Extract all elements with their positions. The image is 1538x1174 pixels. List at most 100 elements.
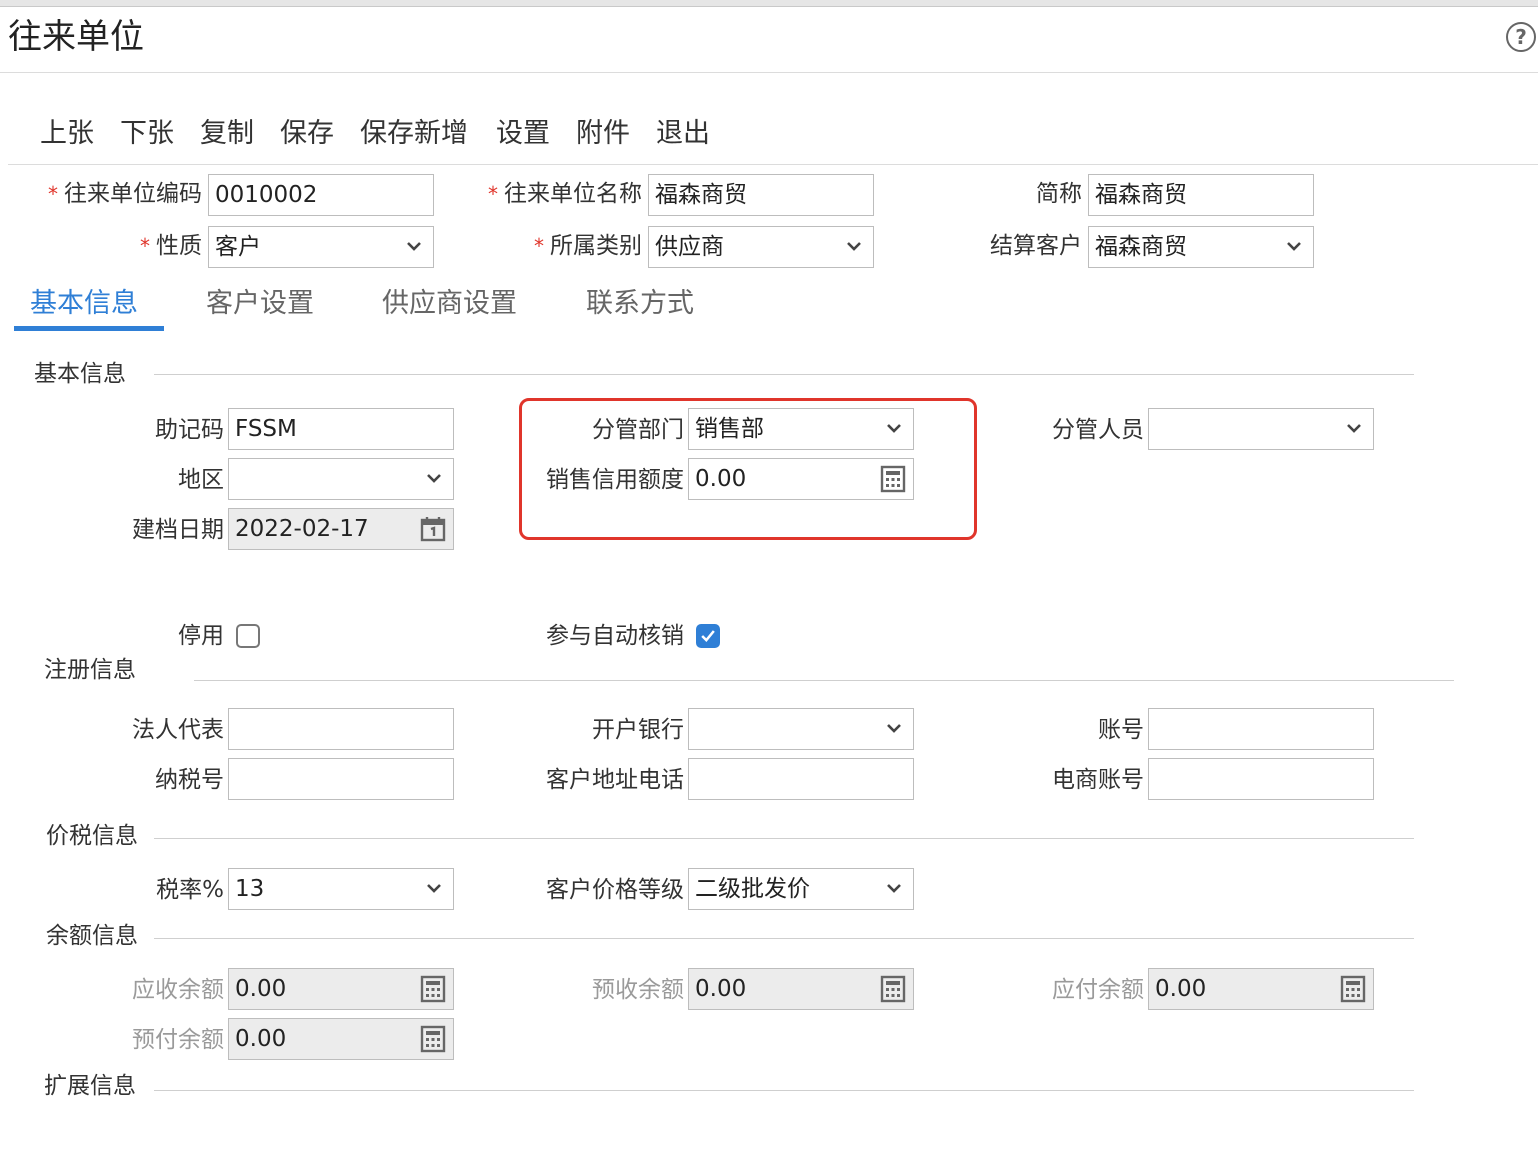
- settle-customer-label: 结算客户: [990, 233, 1082, 259]
- addr-phone-input[interactable]: [688, 758, 914, 800]
- calculator-icon[interactable]: [419, 1025, 447, 1053]
- account-label: 账号: [1098, 717, 1144, 743]
- code-label: * 往来单位编码: [48, 181, 202, 207]
- dept-label: 分管部门: [592, 417, 684, 443]
- credit-limit-input[interactable]: 0.00: [688, 458, 914, 500]
- category-select[interactable]: 供应商: [648, 226, 874, 268]
- prepaid-receipt-value: 0.00: [695, 976, 747, 1002]
- toolbar-settings-button[interactable]: 设置: [496, 114, 550, 154]
- help-question-icon[interactable]: ?: [1506, 22, 1536, 52]
- section-balance-title: 余额信息: [46, 923, 138, 949]
- active-tab-indicator: [14, 326, 164, 331]
- settle-customer-select[interactable]: 福森商贸: [1088, 226, 1314, 268]
- chevron-down-icon: [427, 884, 441, 893]
- section-extension-title: 扩展信息: [44, 1073, 136, 1099]
- staff-select[interactable]: [1148, 408, 1374, 450]
- region-select[interactable]: [228, 458, 454, 500]
- bank-label: 开户银行: [592, 717, 684, 743]
- bank-select[interactable]: [688, 708, 914, 750]
- toolbar-copy-button[interactable]: 复制: [200, 114, 254, 154]
- tab-supplier-settings[interactable]: 供应商设置: [382, 284, 517, 324]
- section-divider: [154, 374, 1414, 375]
- credit-limit-label: 销售信用额度: [546, 467, 684, 493]
- calculator-icon[interactable]: [1339, 975, 1367, 1003]
- mnemonic-label: 助记码: [155, 417, 224, 443]
- short-name-input[interactable]: 福森商贸: [1088, 174, 1314, 216]
- toolbar-next-button[interactable]: 下张: [120, 114, 174, 154]
- calculator-icon[interactable]: [879, 465, 907, 493]
- calendar-icon[interactable]: [419, 515, 447, 543]
- account-input[interactable]: [1148, 708, 1374, 750]
- toolbar-save-button[interactable]: 保存: [280, 114, 334, 154]
- legal-rep-label: 法人代表: [132, 717, 224, 743]
- name-input[interactable]: 福森商贸: [648, 174, 874, 216]
- disabled-checkbox[interactable]: [236, 624, 260, 648]
- prepaid-payment-value: 0.00: [235, 1026, 287, 1052]
- tax-no-input[interactable]: [228, 758, 454, 800]
- receivable-input[interactable]: 0.00: [228, 968, 454, 1010]
- toolbar-save-new-button[interactable]: 保存新增: [360, 114, 468, 154]
- required-mark: *: [140, 234, 150, 258]
- title-divider: [0, 72, 1538, 73]
- payable-label: 应付余额: [1052, 977, 1144, 1003]
- prepaid-receipt-input[interactable]: 0.00: [688, 968, 914, 1010]
- section-divider: [154, 838, 1414, 839]
- chevron-down-icon: [887, 884, 901, 893]
- prepaid-payment-input[interactable]: 0.00: [228, 1018, 454, 1060]
- tab-contact[interactable]: 联系方式: [586, 284, 694, 324]
- payable-value: 0.00: [1155, 976, 1207, 1002]
- code-input[interactable]: 0010002: [208, 174, 434, 216]
- section-basic-info-title: 基本信息: [34, 361, 126, 387]
- required-mark: *: [48, 182, 58, 206]
- chevron-down-icon: [427, 474, 441, 483]
- tax-rate-value: 13: [235, 876, 265, 902]
- tax-rate-label: 税率%: [156, 877, 224, 903]
- section-tax-title: 价税信息: [46, 823, 138, 849]
- calculator-icon[interactable]: [879, 975, 907, 1003]
- ecom-account-label: 电商账号: [1052, 767, 1144, 793]
- auto-writeoff-label: 参与自动核销: [546, 623, 684, 649]
- receivable-label: 应收余额: [132, 977, 224, 1003]
- required-mark: *: [534, 234, 544, 258]
- toolbar-divider: [8, 164, 1538, 165]
- receivable-value: 0.00: [235, 976, 287, 1002]
- dept-value: 销售部: [695, 416, 764, 442]
- addr-phone-label: 客户地址电话: [546, 767, 684, 793]
- tax-no-label: 纳税号: [155, 767, 224, 793]
- ecom-account-input[interactable]: [1148, 758, 1374, 800]
- disabled-label: 停用: [178, 623, 224, 649]
- short-name-label: 简称: [1036, 181, 1082, 207]
- chevron-down-icon: [407, 242, 421, 251]
- auto-writeoff-checkbox[interactable]: [696, 624, 720, 648]
- chevron-down-icon: [847, 242, 861, 251]
- prepaid-payment-label: 预付余额: [132, 1027, 224, 1053]
- section-divider: [194, 680, 1454, 681]
- payable-input[interactable]: 0.00: [1148, 968, 1374, 1010]
- calculator-icon[interactable]: [419, 975, 447, 1003]
- top-strip: [0, 0, 1538, 7]
- category-value: 供应商: [655, 234, 724, 260]
- legal-rep-input[interactable]: [228, 708, 454, 750]
- toolbar-prev-button[interactable]: 上张: [40, 114, 94, 154]
- name-label: * 往来单位名称: [488, 181, 642, 207]
- created-date-input[interactable]: 2022-02-17: [228, 508, 454, 550]
- created-date-value: 2022-02-17: [235, 516, 369, 542]
- checkmark-icon: [701, 630, 715, 643]
- settle-customer-value: 福森商贸: [1095, 234, 1187, 260]
- staff-label: 分管人员: [1052, 417, 1144, 443]
- section-divider: [154, 1090, 1414, 1091]
- price-level-select[interactable]: 二级批发价: [688, 868, 914, 910]
- nature-select[interactable]: 客户: [208, 226, 434, 268]
- tab-basic-info[interactable]: 基本信息: [30, 284, 138, 324]
- dept-select[interactable]: 销售部: [688, 408, 914, 450]
- toolbar-exit-button[interactable]: 退出: [656, 114, 710, 154]
- tab-customer-settings[interactable]: 客户设置: [206, 284, 314, 324]
- toolbar-attach-button[interactable]: 附件: [576, 114, 630, 154]
- price-level-value: 二级批发价: [695, 876, 810, 902]
- created-date-label: 建档日期: [132, 517, 224, 543]
- mnemonic-input[interactable]: FSSM: [228, 408, 454, 450]
- chevron-down-icon: [887, 424, 901, 433]
- nature-value: 客户: [215, 234, 261, 260]
- chevron-down-icon: [1287, 242, 1301, 251]
- tax-rate-select[interactable]: 13: [228, 868, 454, 910]
